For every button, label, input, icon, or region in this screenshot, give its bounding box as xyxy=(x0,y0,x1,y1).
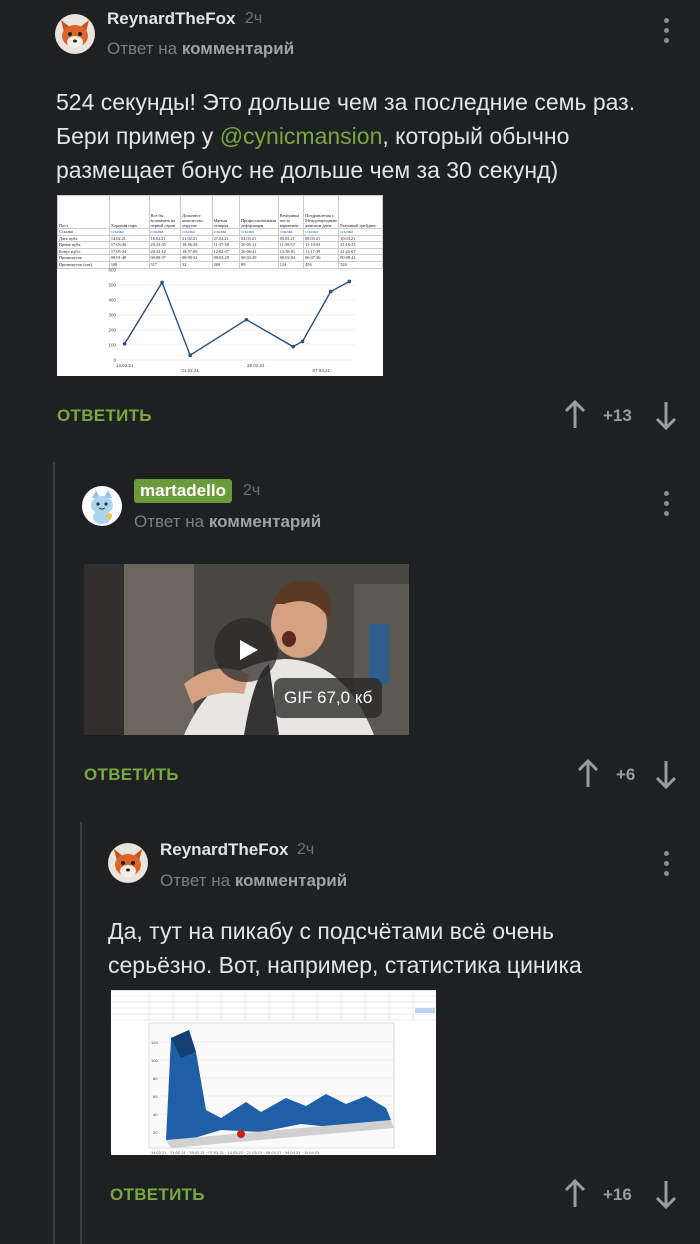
reply-prefix: Ответ на xyxy=(134,512,205,531)
rating: +16 xyxy=(603,1185,632,1204)
y-tick-label: 400 xyxy=(108,298,116,303)
data-point xyxy=(244,317,249,322)
gif-size-label: GIF 67,0 кб xyxy=(274,678,383,718)
y-tick-label: 0 xyxy=(113,358,116,363)
arrow-down-icon[interactable] xyxy=(654,400,678,430)
spreadsheet-image[interactable]: Пост Хорошая пара Все бы вспомнить на перв… xyxy=(57,195,383,376)
username[interactable]: martadello xyxy=(134,479,232,503)
reply-button[interactable]: ОТВЕТИТЬ xyxy=(84,765,179,785)
data-point xyxy=(328,289,333,294)
reply-prefix: Ответ на xyxy=(160,871,231,890)
thread-line xyxy=(53,462,55,1244)
gif-preview[interactable]: GIF 67,0 кб xyxy=(84,564,409,735)
x-tick-label: 28.02.21 xyxy=(247,363,265,368)
y-tick-label: 300 xyxy=(108,313,116,318)
arrow-up-icon[interactable] xyxy=(563,1179,587,1209)
reply-target-link[interactable]: комментарий xyxy=(209,512,321,531)
reply-button[interactable]: ОТВЕТИТЬ xyxy=(57,406,152,426)
username[interactable]: ReynardTheFox xyxy=(107,9,235,29)
rating: +6 xyxy=(616,765,636,784)
svg-text:40: 40 xyxy=(153,1112,158,1117)
arrow-up-icon[interactable] xyxy=(576,759,600,789)
arrow-down-icon[interactable] xyxy=(654,1179,678,1209)
statistics-image[interactable]: 14.02.21 · 21.02.21 · 28.02.21 · 07.03.2… xyxy=(111,990,436,1155)
reply-target-link[interactable]: комментарий xyxy=(182,39,294,58)
arrow-up-icon[interactable] xyxy=(563,400,587,430)
svg-text:60: 60 xyxy=(153,1094,158,1099)
y-tick-label: 500 xyxy=(108,283,116,288)
comment-text: Да, тут на пикабу с подсчётами всё очень… xyxy=(108,918,582,978)
username[interactable]: ReynardTheFox xyxy=(160,840,288,860)
reply-prefix: Ответ на xyxy=(107,39,178,58)
more-icon[interactable] xyxy=(662,18,670,44)
reply-target-link[interactable]: комментарий xyxy=(235,871,347,890)
y-tick-label: 100 xyxy=(108,343,116,348)
y-tick-label: 600 xyxy=(108,268,116,273)
timestamp: 2ч xyxy=(297,841,315,858)
svg-text:120: 120 xyxy=(151,1040,158,1045)
fox-avatar-icon xyxy=(108,843,148,883)
series-line xyxy=(124,280,350,357)
reply-button[interactable]: ОТВЕТИТЬ xyxy=(110,1185,205,1205)
data-point xyxy=(160,280,164,285)
reply-to[interactable]: Ответ на комментарий xyxy=(107,39,294,59)
line-chart: 0 100 200 300 400 500 600 14.02.21 21.02.21 28.02… xyxy=(108,268,355,373)
svg-text:20: 20 xyxy=(153,1130,158,1135)
thread-line xyxy=(80,822,82,1244)
svg-text:14.02.21 · 21.02.21 · 28.02.21: 14.02.21 · 21.02.21 · 28.02.21 · 07.03.2… xyxy=(151,1150,320,1155)
svg-text:80: 80 xyxy=(153,1076,158,1081)
data-point xyxy=(291,344,295,349)
timestamp: 2ч xyxy=(243,482,261,499)
data-point xyxy=(300,339,305,344)
data-point xyxy=(122,342,127,346)
reply-to[interactable]: Ответ на комментарий xyxy=(160,871,347,891)
statistics-3d-chart-image: 14.02.21 · 21.02.21 · 28.02.21 · 07.03.2… xyxy=(111,990,436,1155)
data-point xyxy=(188,353,192,357)
data-point xyxy=(347,279,352,284)
play-icon[interactable] xyxy=(214,618,278,682)
x-tick-label: 14.02.21 xyxy=(116,363,134,368)
x-tick-label: 21.02.21 xyxy=(181,368,199,373)
avatar[interactable] xyxy=(108,843,148,883)
more-icon[interactable] xyxy=(662,851,670,877)
timestamp: 2ч xyxy=(245,10,263,27)
avatar[interactable] xyxy=(55,14,95,54)
user-mention-link[interactable]: @cynicmansion xyxy=(220,123,383,149)
fox-avatar-icon xyxy=(55,14,95,54)
arrow-down-icon[interactable] xyxy=(654,759,678,789)
more-icon[interactable] xyxy=(662,491,670,517)
comment-text: 524 секунды! Это дольше чем за последние… xyxy=(56,85,656,187)
svg-text:100: 100 xyxy=(151,1058,158,1063)
y-tick-label: 200 xyxy=(108,328,116,333)
cat-avatar-icon xyxy=(82,486,122,526)
avatar[interactable] xyxy=(82,486,122,526)
x-tick-label: 07.03.21 xyxy=(313,368,331,373)
reply-to[interactable]: Ответ на комментарий xyxy=(134,512,321,532)
rating: +13 xyxy=(603,406,632,425)
